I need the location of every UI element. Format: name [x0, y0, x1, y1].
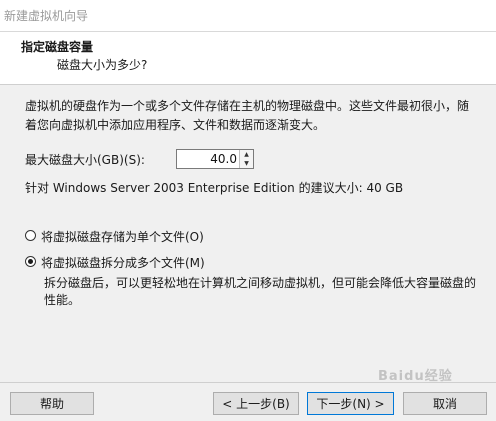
radio-single-file-label[interactable]: 将虚拟磁盘存储为单个文件(O) [41, 228, 204, 245]
next-button[interactable]: 下一步(N) > [307, 392, 394, 415]
spinner-up-icon[interactable]: ▲ [240, 150, 253, 159]
recommended-size-text: 针对 Windows Server 2003 Enterprise Editio… [25, 181, 404, 195]
wizard-footer: 帮助 < 上一步(B) 下一步(N) > 取消 [0, 382, 496, 421]
disk-size-input[interactable] [179, 151, 237, 167]
disk-size-label: 最大磁盘大小(GB)(S): [25, 153, 145, 167]
disk-description: 虚拟机的硬盘作为一个或多个文件存储在主机的物理磁盘中。这些文件最初很小，随着您向… [25, 99, 470, 132]
radio-split-files-icon[interactable] [25, 256, 36, 267]
radio-split-files-label[interactable]: 将虚拟磁盘拆分成多个文件(M) [41, 254, 205, 271]
radio-split-files[interactable]: 将虚拟磁盘拆分成多个文件(M) [25, 254, 445, 272]
back-button[interactable]: < 上一步(B) [213, 392, 299, 415]
disk-size-spinner[interactable]: ▲ ▼ [176, 149, 254, 169]
disk-size-row: 最大磁盘大小(GB)(S): ▲ ▼ [25, 149, 325, 171]
radio-single-file-icon[interactable] [25, 230, 36, 241]
spinner-arrows[interactable]: ▲ ▼ [239, 150, 253, 168]
page-title: 指定磁盘容量 [21, 40, 94, 54]
split-description: 拆分磁盘后，可以更轻松地在计算机之间移动虚拟机，但可能会降低大容量磁盘的性能。 [44, 276, 477, 307]
help-button[interactable]: 帮助 [10, 392, 94, 415]
wizard-header: 指定磁盘容量 磁盘大小为多少? [0, 32, 496, 85]
spinner-down-icon[interactable]: ▼ [240, 159, 253, 168]
cancel-button[interactable]: 取消 [403, 392, 487, 415]
title-bar: 新建虚拟机向导 [0, 0, 496, 32]
radio-single-file[interactable]: 将虚拟磁盘存储为单个文件(O) [25, 228, 445, 246]
window-title: 新建虚拟机向导 [4, 9, 89, 23]
wizard-content: 虚拟机的硬盘作为一个或多个文件存储在主机的物理磁盘中。这些文件最初很小，随着您向… [0, 85, 496, 381]
page-subtitle: 磁盘大小为多少? [57, 58, 148, 72]
